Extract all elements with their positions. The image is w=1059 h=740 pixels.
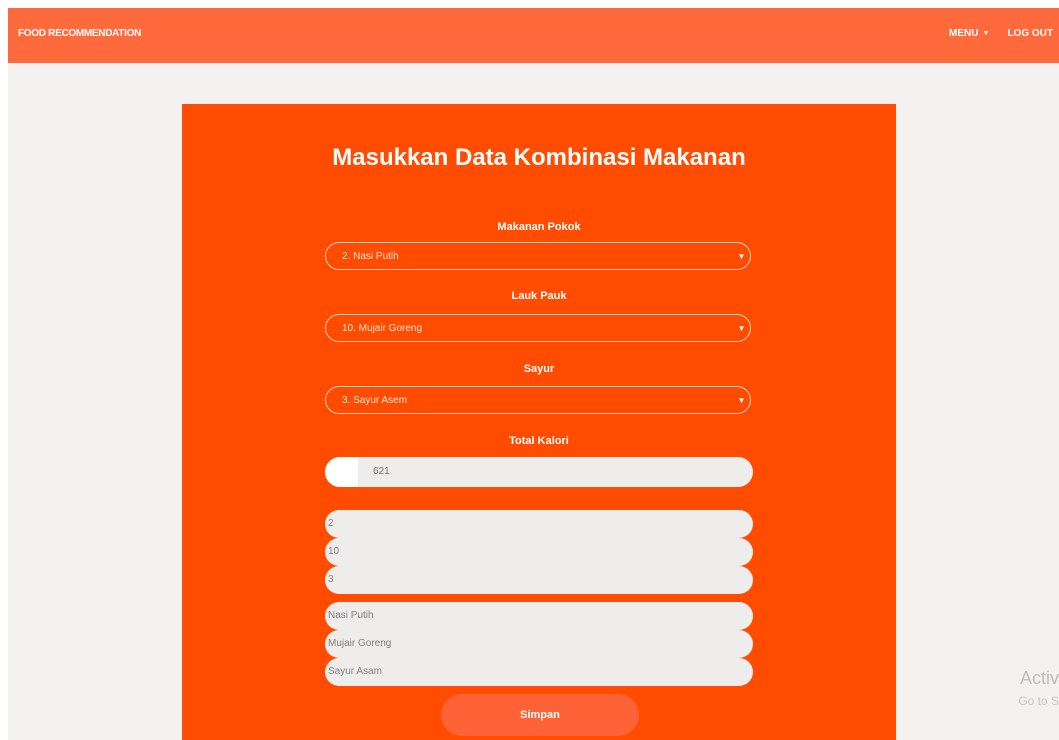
brand-link[interactable]: FOOD RECOMMENDATION bbox=[18, 28, 141, 39]
input-addon bbox=[325, 457, 358, 487]
form-card: Masukkan Data Kombinasi Makanan Makanan … bbox=[182, 104, 896, 740]
logout-link[interactable]: LOG OUT bbox=[1007, 28, 1053, 39]
lauk-pauk-value: 10. Mujair Goreng bbox=[342, 323, 423, 334]
simpan-button[interactable]: Simpan bbox=[441, 694, 639, 736]
makanan-pokok-select[interactable]: 2. Nasi Putih ▼ bbox=[325, 242, 751, 270]
top-navbar: FOOD RECOMMENDATION MENU ▼ LOG OUT bbox=[8, 8, 1059, 63]
field-value: Nasi Putih bbox=[328, 610, 374, 621]
menu-label: MENU bbox=[949, 28, 979, 39]
id-lauk-pauk-field[interactable]: 10 bbox=[325, 538, 753, 566]
total-kalori-input[interactable]: 621 bbox=[325, 457, 753, 487]
nama-lauk-pauk-field[interactable]: Mujair Goreng bbox=[325, 630, 753, 658]
field-value: 10 bbox=[328, 546, 340, 557]
lauk-pauk-select[interactable]: 10. Mujair Goreng ▼ bbox=[325, 314, 751, 342]
menu-dropdown[interactable]: MENU ▼ bbox=[949, 28, 989, 39]
makanan-pokok-value: 2. Nasi Putih bbox=[342, 251, 399, 262]
field-value: Mujair Goreng bbox=[328, 638, 392, 649]
nav-right: MENU ▼ LOG OUT bbox=[949, 28, 1053, 39]
field-value: 3 bbox=[328, 574, 334, 585]
total-kalori-label: Total Kalori bbox=[509, 435, 569, 447]
sayur-value: 3. Sayur Asem bbox=[342, 395, 408, 406]
dropdown-arrow-icon: ▼ bbox=[737, 324, 746, 333]
sayur-label: Sayur bbox=[523, 363, 555, 375]
id-sayur-field[interactable]: 3 bbox=[325, 566, 753, 594]
field-value: Sayur Asam bbox=[328, 666, 382, 677]
total-kalori-value: 621 bbox=[373, 466, 390, 477]
dropdown-arrow-icon: ▼ bbox=[737, 252, 746, 261]
field-value: 2 bbox=[328, 518, 334, 529]
dropdown-arrow-icon: ▼ bbox=[737, 396, 746, 405]
form-title: Masukkan Data Kombinasi Makanan bbox=[332, 144, 746, 171]
caret-down-icon: ▼ bbox=[982, 30, 990, 37]
nama-makanan-pokok-field[interactable]: Nasi Putih bbox=[325, 602, 753, 630]
activate-windows-text: Activ bbox=[1019, 668, 1059, 688]
sayur-select[interactable]: 3. Sayur Asem ▼ bbox=[325, 386, 751, 414]
nama-sayur-field[interactable]: Sayur Asam bbox=[325, 658, 753, 686]
id-makanan-pokok-field[interactable]: 2 bbox=[325, 510, 753, 538]
makanan-pokok-label: Makanan Pokok bbox=[497, 221, 581, 233]
activate-windows-subtext: Go to S bbox=[1018, 694, 1059, 708]
lauk-pauk-label: Lauk Pauk bbox=[511, 290, 567, 302]
